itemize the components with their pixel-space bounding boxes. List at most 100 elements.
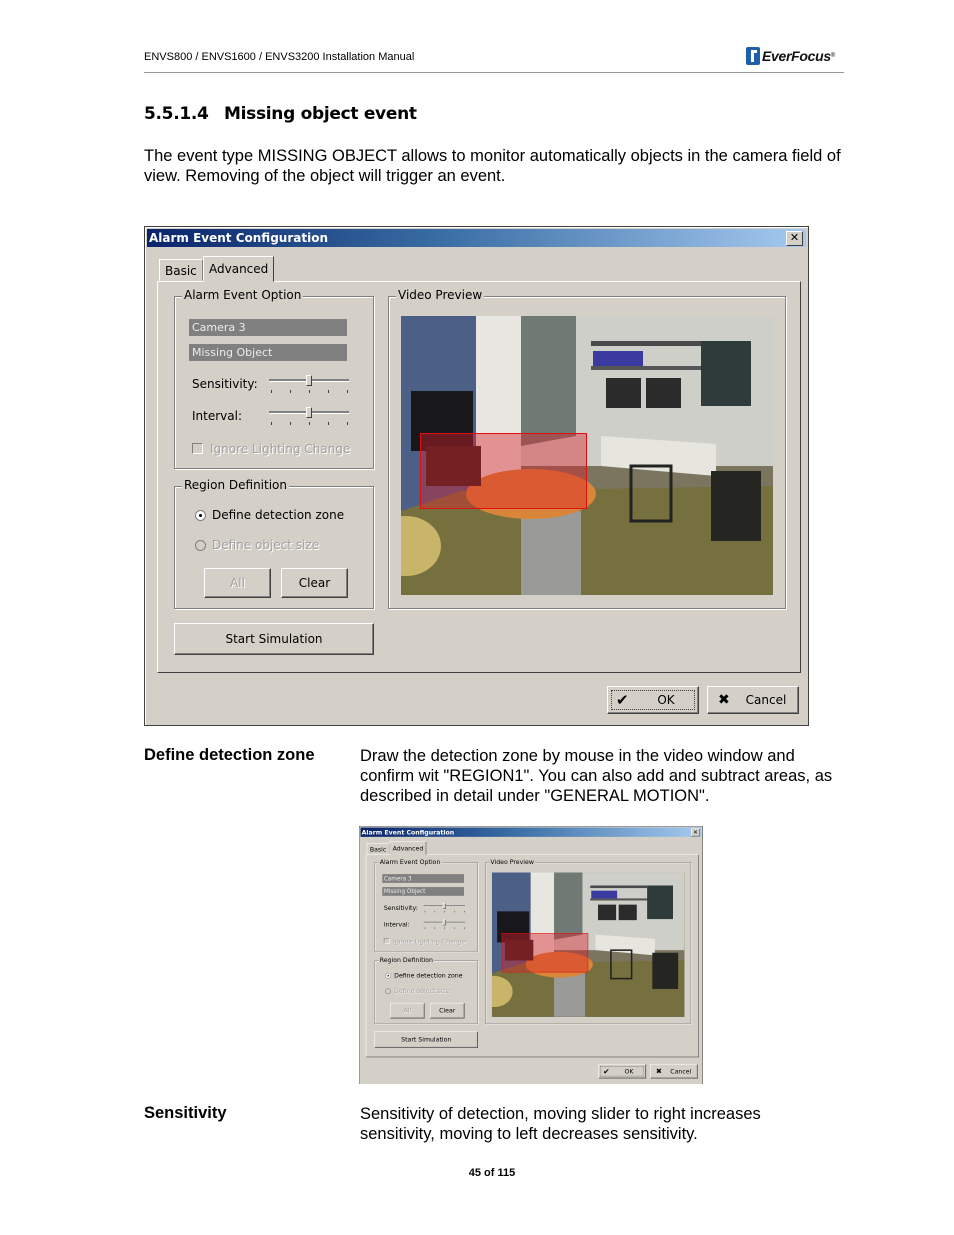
alarm-event-dialog: Alarm Event Configuration ✕ Basic Advanc… — [144, 226, 809, 726]
define-detection-zone-label[interactable]: Define detection zone — [212, 508, 344, 522]
alarm-event-dialog-thumbnail: Alarm Event Configuration ✕ Basic Advanc… — [359, 826, 703, 1084]
slider-tick — [290, 422, 291, 425]
intro-paragraph: The event type MISSING OBJECT allows to … — [144, 147, 841, 185]
interval-label: Interval: — [192, 409, 242, 423]
cancel-label: Cancel — [745, 693, 787, 707]
sensitivity-label: Sensitivity: — [192, 377, 258, 391]
ok-button[interactable]: ✔ OK — [607, 686, 699, 714]
start-simulation-button: Start Simulation — [374, 1031, 478, 1048]
checkmark-icon: ✔ — [616, 691, 629, 709]
ignore-lighting-checkbox — [383, 938, 390, 944]
define-object-size-radio — [385, 988, 392, 995]
logo-text: EverFocus — [762, 48, 831, 64]
camera-field: Camera 3 — [382, 874, 465, 883]
dialog-title-bar: Alarm Event Configuration ✕ — [360, 827, 702, 837]
define-object-size-label: Define object size — [212, 538, 320, 552]
sensitivity-label: Sensitivity: — [383, 904, 418, 912]
slider-tick — [464, 910, 465, 913]
ok-label: OK — [624, 1067, 634, 1075]
slider-thumb[interactable] — [306, 407, 312, 418]
cancel-button: ✖ Cancel — [650, 1063, 698, 1079]
region-definition-label: Region Definition — [378, 956, 435, 964]
define-object-size-label: Define object size — [394, 987, 450, 995]
slider-tick — [271, 422, 272, 425]
video-preview-group: Video Preview — [485, 858, 692, 1025]
definition-description: Draw the detection zone by mouse in the … — [360, 747, 833, 805]
slider-tick — [309, 422, 310, 425]
slider-tick — [424, 910, 426, 913]
section-title: Missing object event — [224, 104, 417, 124]
slider-tick — [454, 910, 455, 913]
clear-button: Clear — [429, 1002, 465, 1019]
slider-tick — [434, 910, 436, 913]
sensitivity-slider — [423, 903, 466, 913]
slider-tick — [454, 927, 455, 929]
sensitivity-slider[interactable] — [269, 375, 349, 395]
slider-tick — [444, 927, 445, 929]
video-preview-group: Video Preview — [388, 288, 786, 609]
ignore-lighting-label: Ignore Lighting Change — [210, 442, 351, 456]
dialog-title-bar: Alarm Event Configuration ✕ — [147, 229, 806, 247]
interval-label: Interval: — [383, 920, 410, 928]
section-heading: 5.5.1.4 Missing object event — [144, 104, 417, 124]
event-type-field: Missing Object — [382, 887, 465, 896]
region-definition-group: Region Definition Define detection zone … — [174, 478, 374, 609]
slider-tick — [434, 927, 436, 929]
definition-term: Sensitivity — [144, 1104, 227, 1122]
tab-advanced[interactable]: Advanced — [203, 256, 275, 282]
tab-advanced: Advanced — [389, 841, 427, 855]
definition-term: Define detection zone — [144, 746, 315, 764]
video-preview-label: Video Preview — [489, 858, 535, 866]
slider-tick — [444, 910, 445, 913]
slider-tick — [464, 927, 465, 929]
dialog-thumbnail: Alarm Event Configuration ✕ Basic Advanc… — [359, 826, 703, 1084]
logo-registered-mark: ® — [830, 53, 836, 59]
close-icon[interactable]: ✕ — [786, 231, 803, 246]
advanced-tab-panel: Alarm Event Option Camera 3 Missing Obje… — [365, 854, 699, 1058]
alarm-event-option-group: Alarm Event Option Camera 3 Missing Obje… — [174, 288, 374, 469]
cancel-label: Cancel — [670, 1067, 692, 1075]
slider-tick — [271, 390, 272, 393]
alarm-event-option-label: Alarm Event Option — [182, 288, 304, 302]
interval-slider[interactable] — [269, 407, 349, 427]
all-button[interactable]: All — [204, 568, 271, 598]
clear-button[interactable]: Clear — [281, 568, 348, 598]
video-preview-label: Video Preview — [396, 288, 485, 302]
slider-thumb[interactable] — [306, 375, 312, 386]
region-definition-label: Region Definition — [182, 478, 290, 492]
slider-thumb — [442, 903, 446, 909]
slider-tick — [309, 390, 310, 393]
define-object-size-radio[interactable] — [195, 540, 206, 551]
dialog-title: Alarm Event Configuration — [361, 828, 455, 836]
slider-tick — [328, 390, 329, 393]
header-divider — [144, 72, 844, 73]
slider-tick — [347, 390, 348, 393]
define-detection-zone-radio — [385, 972, 392, 979]
everfocus-logo: EverFocus ® — [746, 47, 835, 65]
video-preview[interactable] — [401, 316, 773, 595]
detection-zone[interactable] — [420, 433, 587, 509]
slider-thumb — [442, 919, 446, 926]
region-definition-group: Region Definition Define detection zone … — [374, 956, 478, 1025]
dialog-title: Alarm Event Configuration — [149, 231, 328, 245]
alarm-event-option-group: Alarm Event Option Camera 3 Missing Obje… — [374, 858, 478, 952]
x-icon: ✖ — [718, 692, 730, 708]
section-number: 5.5.1.4 — [144, 104, 209, 124]
tab-basic: Basic — [366, 843, 390, 855]
manual-title: ENVS800 / ENVS1600 / ENVS3200 Installati… — [144, 51, 415, 63]
video-preview — [491, 872, 685, 1017]
tab-basic[interactable]: Basic — [159, 259, 203, 281]
x-icon: ✖ — [655, 1067, 663, 1076]
ignore-lighting-checkbox[interactable] — [192, 443, 203, 454]
advanced-tab-panel: Alarm Event Option Camera 3 Missing Obje… — [157, 281, 801, 673]
define-detection-zone-radio[interactable] — [195, 510, 206, 521]
define-detection-zone-label: Define detection zone — [394, 971, 463, 980]
page-number: 45 of 115 — [468, 1167, 516, 1179]
cancel-button[interactable]: ✖ Cancel — [707, 686, 799, 714]
definition-description: Sensitivity of detection, moving slider … — [360, 1105, 761, 1143]
detection-zone — [501, 933, 589, 973]
slider-tick — [290, 390, 291, 393]
all-button: All — [390, 1002, 425, 1019]
slider-tick — [328, 422, 329, 425]
start-simulation-button[interactable]: Start Simulation — [174, 623, 374, 655]
